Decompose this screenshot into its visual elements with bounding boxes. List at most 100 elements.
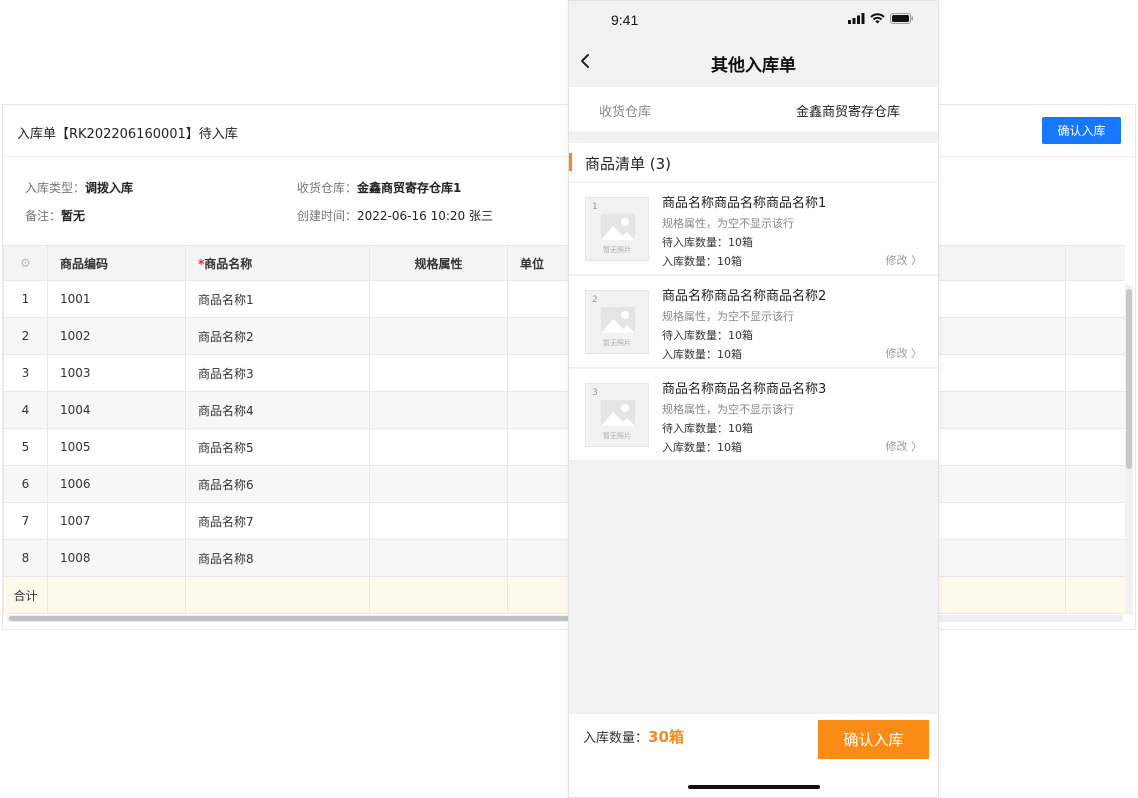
meta-created: 创建时间：2022-06-16 10:20 张三 xyxy=(297,207,493,224)
row-code: 1002 xyxy=(47,317,186,355)
item-number: 2 xyxy=(592,295,598,305)
row-index: 2 xyxy=(3,317,48,355)
row-index: 8 xyxy=(3,539,48,577)
total-cell xyxy=(185,576,370,614)
page-title: 入库单【RK202206160001】待入库 xyxy=(17,127,238,142)
header-name: *商品名称 xyxy=(185,245,370,281)
total-cell xyxy=(1065,576,1125,614)
warehouse-label: 收货仓库 xyxy=(599,105,652,120)
row-spec xyxy=(369,502,508,540)
status-bar: 9:41 xyxy=(569,1,938,41)
row-index: 1 xyxy=(3,280,48,318)
table-row[interactable]: 7 1007 商品名称7 xyxy=(3,502,1125,540)
header-spec: 规格属性 xyxy=(369,245,508,281)
vertical-scrollbar[interactable] xyxy=(1125,285,1133,615)
header-code: 商品编码 xyxy=(47,245,186,281)
horizontal-scroll-thumb[interactable] xyxy=(9,616,569,621)
section-accent-bar xyxy=(569,153,572,171)
product-thumbnail: 3 暂无照片 xyxy=(585,383,649,447)
header-empty xyxy=(1065,245,1125,281)
meta-created-value: 2022-06-16 10:20 张三 xyxy=(357,209,493,223)
row-cell xyxy=(1065,280,1125,318)
table-total-row: 合计 xyxy=(3,576,1125,614)
row-cell xyxy=(925,539,1066,577)
edit-link[interactable]: 修改 〉 xyxy=(886,252,923,268)
no-photo-text: 暂无照片 xyxy=(603,432,631,440)
row-cell xyxy=(925,465,1066,503)
edit-link[interactable]: 修改 〉 xyxy=(886,438,923,454)
list-item[interactable]: 2 暂无照片 商品名称商品名称商品名称2 规格属性，为空不显示该行 待入库数量：… xyxy=(569,276,938,368)
row-cell xyxy=(1065,391,1125,429)
row-code: 1007 xyxy=(47,502,186,540)
row-code: 1001 xyxy=(47,280,186,318)
total-cell xyxy=(369,576,508,614)
meta-remark-label: 备注： xyxy=(25,209,62,223)
row-cell xyxy=(1065,317,1125,355)
row-name: 商品名称7 xyxy=(185,502,370,540)
row-code: 1004 xyxy=(47,391,186,429)
product-thumbnail: 2 暂无照片 xyxy=(585,290,649,354)
row-name: 商品名称5 xyxy=(185,428,370,466)
row-index: 7 xyxy=(3,502,48,540)
table-row[interactable]: 4 1004 商品名称4 xyxy=(3,391,1125,429)
inbound-total-label: 入库数量： xyxy=(583,731,649,746)
row-name: 商品名称4 xyxy=(185,391,370,429)
table-row[interactable]: 2 1002 商品名称2 xyxy=(3,317,1125,355)
vertical-scroll-thumb[interactable] xyxy=(1126,289,1132,469)
warehouse-row: 收货仓库 金鑫商贸寄存仓库 xyxy=(569,87,938,131)
row-cell xyxy=(925,354,1066,392)
inbound-total: 入库数量：30箱 xyxy=(583,726,684,747)
item-list-header: 商品清单 (3) xyxy=(569,143,938,181)
row-cell xyxy=(1065,428,1125,466)
row-spec xyxy=(369,391,508,429)
item-spec: 规格属性，为空不显示该行 xyxy=(662,217,794,230)
row-index: 4 xyxy=(3,391,48,429)
row-spec xyxy=(369,317,508,355)
item-list-title: 商品清单 (3) xyxy=(585,155,672,173)
horizontal-scrollbar[interactable] xyxy=(7,615,1123,622)
item-inbound-qty: 入库数量：10箱 xyxy=(662,441,742,454)
row-name: 商品名称8 xyxy=(185,539,370,577)
item-pending-qty: 待入库数量：10箱 xyxy=(662,329,753,342)
screen: 入库单【RK202206160001】待入库 确认入库 入库类型：调拨入库 收货… xyxy=(0,0,1138,798)
item-name: 商品名称商品名称商品名称1 xyxy=(662,196,827,211)
row-code: 1006 xyxy=(47,465,186,503)
row-code: 1005 xyxy=(47,428,186,466)
item-inbound-qty: 入库数量：10箱 xyxy=(662,255,742,268)
total-cell xyxy=(925,576,1066,614)
row-cell xyxy=(925,317,1066,355)
row-cell xyxy=(925,280,1066,318)
list-item[interactable]: 1 暂无照片 商品名称商品名称商品名称1 规格属性，为空不显示该行 待入库数量：… xyxy=(569,183,938,275)
row-name: 商品名称2 xyxy=(185,317,370,355)
row-spec xyxy=(369,539,508,577)
status-icons xyxy=(848,13,914,24)
column-settings-icon[interactable]: ⚙ xyxy=(3,245,48,281)
nav-title: 其他入库单 xyxy=(711,56,796,76)
total-label: 合计 xyxy=(3,576,48,614)
mobile-phone-frame: 9:41 其他入库单 收货仓库 金鑫商贸寄存仓库 商品清单 (3) 1 暂无照片… xyxy=(568,0,939,798)
row-index: 3 xyxy=(3,354,48,392)
mobile-confirm-inbound-button[interactable]: 确认入库 xyxy=(818,720,929,759)
table-row[interactable]: 5 1005 商品名称5 xyxy=(3,428,1125,466)
edit-link[interactable]: 修改 〉 xyxy=(886,345,923,361)
row-code: 1008 xyxy=(47,539,186,577)
row-spec xyxy=(369,280,508,318)
row-cell xyxy=(1065,502,1125,540)
items-table: ⚙ 商品编码 *商品名称 规格属性 单位 1 1001 商品名称1 2 1002… xyxy=(3,245,1125,614)
meta-type-value: 调拨入库 xyxy=(85,181,134,195)
row-index: 6 xyxy=(3,465,48,503)
table-row[interactable]: 1 1001 商品名称1 xyxy=(3,280,1125,318)
table-row[interactable]: 6 1006 商品名称6 xyxy=(3,465,1125,503)
table-row[interactable]: 3 1003 商品名称3 xyxy=(3,354,1125,392)
total-cell xyxy=(47,576,186,614)
status-time: 9:41 xyxy=(611,12,639,28)
row-spec xyxy=(369,428,508,466)
item-pending-qty: 待入库数量：10箱 xyxy=(662,236,753,249)
row-cell xyxy=(925,502,1066,540)
image-placeholder-icon xyxy=(601,214,635,240)
item-number: 1 xyxy=(592,202,598,212)
table-row[interactable]: 8 1008 商品名称8 xyxy=(3,539,1125,577)
confirm-inbound-button[interactable]: 确认入库 xyxy=(1042,117,1121,144)
row-cell xyxy=(1065,465,1125,503)
list-item[interactable]: 3 暂无照片 商品名称商品名称商品名称3 规格属性，为空不显示该行 待入库数量：… xyxy=(569,369,938,461)
